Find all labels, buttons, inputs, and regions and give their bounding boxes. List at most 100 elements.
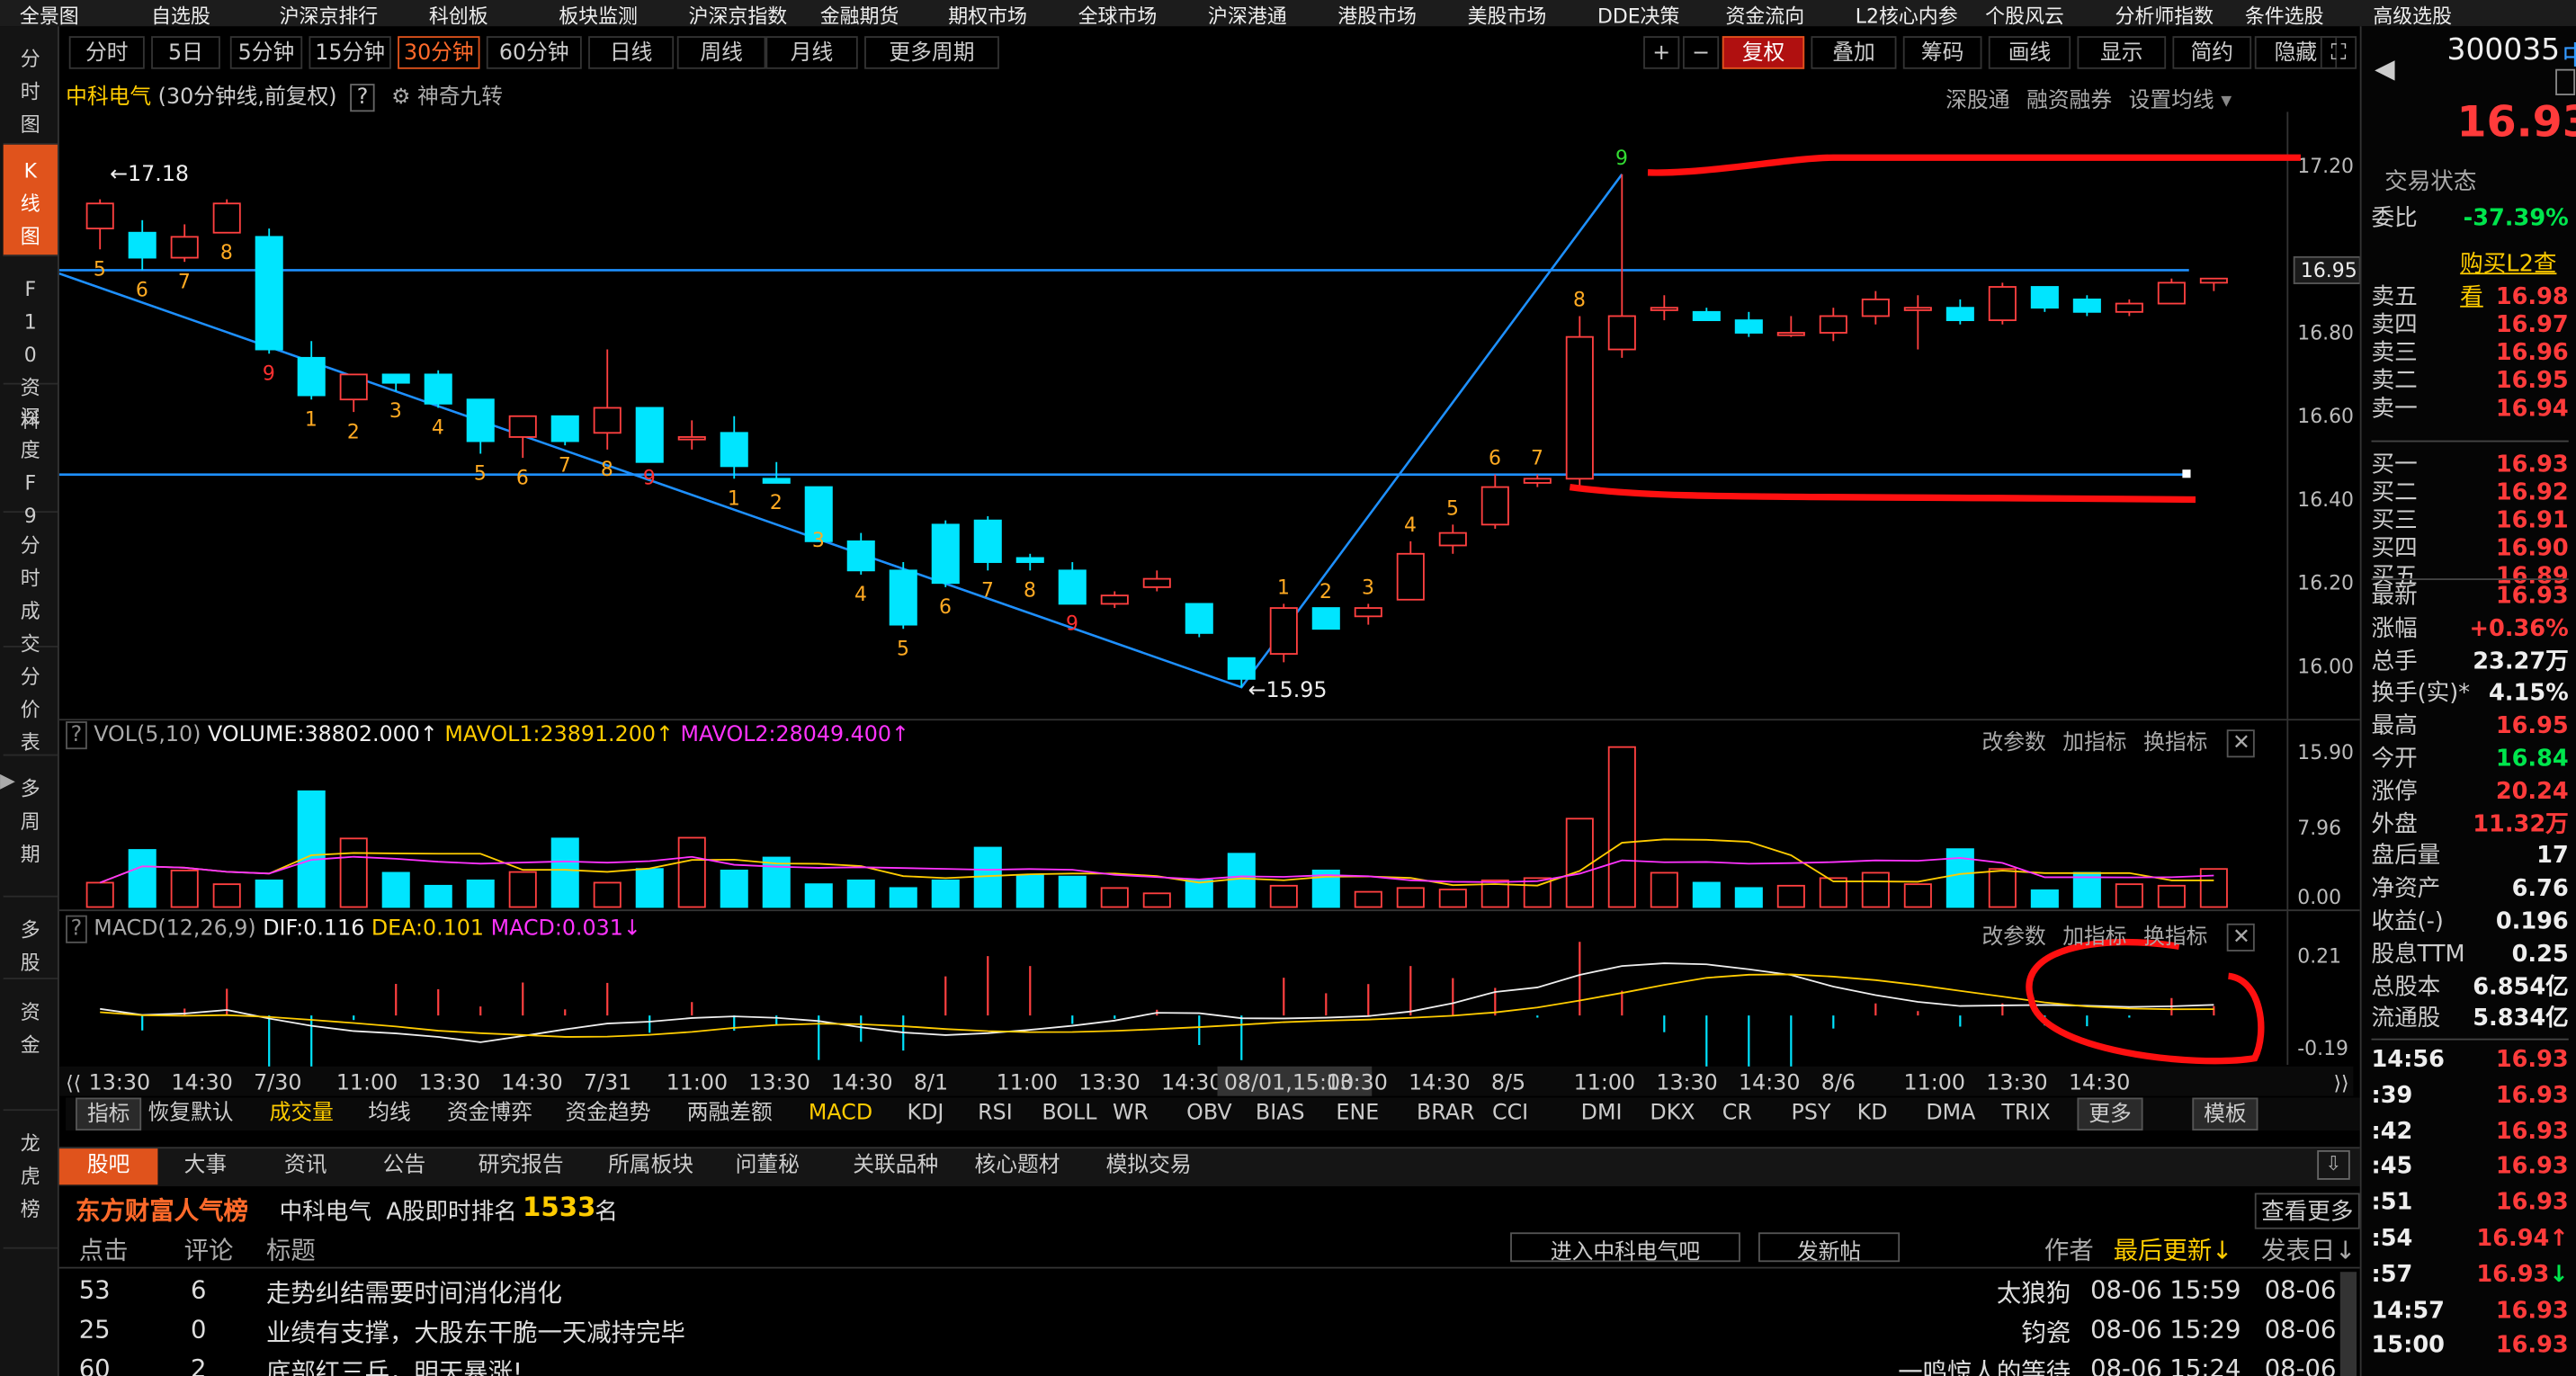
top-menu-item[interactable]: DDE决策 <box>1597 2 1679 26</box>
candle-body[interactable] <box>677 436 706 441</box>
top-menu-item[interactable]: 板块监测 <box>559 2 638 26</box>
indicator-tab[interactable]: 成交量 <box>270 1098 334 1131</box>
indicator-tab[interactable]: CCI <box>1492 1098 1528 1131</box>
indicator-tab[interactable]: 恢复默认 <box>148 1098 233 1131</box>
period-tab[interactable]: 15分钟 <box>309 36 391 69</box>
bottom-tab[interactable]: 模拟交易 <box>1081 1148 1216 1184</box>
candle-body[interactable] <box>889 569 917 626</box>
period-tab[interactable]: 日线 <box>588 36 675 69</box>
vol-swap-link[interactable]: 换指标 <box>2143 731 2207 755</box>
top-menu-item[interactable]: 美股市场 <box>1468 2 1547 26</box>
candle-body[interactable] <box>846 540 875 572</box>
view-more-button[interactable]: 查看更多 <box>2254 1193 2360 1229</box>
indicator-tab[interactable]: KDJ <box>908 1098 944 1131</box>
period-tab[interactable]: 月线 <box>765 36 858 69</box>
top-menu-item[interactable]: 个股风云 <box>1985 2 2064 26</box>
bottom-tab[interactable]: 资讯 <box>256 1148 355 1184</box>
candle-body[interactable] <box>1438 532 1467 547</box>
top-menu-item[interactable]: 科创板 <box>429 2 488 26</box>
candle-body[interactable] <box>1480 486 1509 526</box>
candle-body[interactable] <box>1311 607 1340 630</box>
top-menu-item[interactable]: L2核心内参 <box>1856 2 1958 26</box>
indicator-tab[interactable]: DMI <box>1581 1098 1623 1131</box>
candle-body[interactable] <box>1269 607 1298 655</box>
top-menu-item[interactable]: 金融期货 <box>820 2 899 26</box>
candle-body[interactable] <box>2115 302 2143 313</box>
candle-body[interactable] <box>1142 577 1171 588</box>
bottom-tab[interactable]: 股吧 <box>58 1148 158 1185</box>
indicator-tab[interactable]: CR <box>1722 1098 1752 1131</box>
candle-body[interactable] <box>2030 286 2059 309</box>
link-ma-settings[interactable]: 设置均线 <box>2129 89 2214 113</box>
col-updated[interactable]: 最后更新↓ <box>2114 1232 2233 1266</box>
toolbar-button[interactable]: 画线 <box>1988 36 2071 69</box>
vol-params-link[interactable]: 改参数 <box>1981 731 2045 755</box>
candle-body[interactable] <box>1607 315 1636 351</box>
indicator-tab[interactable]: DKX <box>1650 1098 1695 1131</box>
candle-body[interactable] <box>381 373 410 384</box>
panel-toggle-icon[interactable]: ⇩ <box>2317 1149 2350 1180</box>
top-menu-item[interactable]: 条件选股 <box>2245 2 2324 26</box>
candle-body[interactable] <box>128 231 157 259</box>
indicator-tab[interactable]: OBV <box>1186 1098 1232 1131</box>
candle-body[interactable] <box>85 202 114 229</box>
candle-body[interactable] <box>593 407 622 434</box>
candle-body[interactable] <box>2199 277 2228 284</box>
candle-body[interactable] <box>762 478 791 484</box>
top-menu-item[interactable]: 资金流向 <box>1725 2 1804 26</box>
left-nav-item[interactable]: K线图 <box>3 144 58 257</box>
scroll-right-icon[interactable]: ⟩⟩ <box>2333 1072 2348 1095</box>
post-title[interactable]: 业绩有支撑，大股东干脆一天减持完毕 <box>266 1315 685 1349</box>
indicator-tab[interactable]: BOLL <box>1042 1098 1096 1131</box>
toolbar-button[interactable]: − <box>1682 36 1720 69</box>
candle-body[interactable] <box>635 407 664 463</box>
new-post-button[interactable]: 发新帖 <box>1758 1232 1901 1265</box>
left-nav-item[interactable]: F10资料 <box>3 263 58 433</box>
toolbar-button[interactable]: 叠加 <box>1811 36 1897 69</box>
enter-forum-button[interactable]: 进入中科电气吧 <box>1510 1232 1740 1265</box>
macd-params-link[interactable]: 改参数 <box>1981 925 2045 950</box>
candle-body[interactable] <box>255 236 283 351</box>
top-menu-item[interactable]: 高级选股 <box>2373 2 2452 26</box>
top-menu-item[interactable]: 全球市场 <box>1078 2 1158 26</box>
candle-body[interactable] <box>550 415 579 442</box>
link-margin[interactable]: 融资融券 <box>2026 89 2112 113</box>
indicator-tab[interactable]: ENE <box>1336 1098 1379 1131</box>
bottom-tab[interactable]: 关联品种 <box>828 1148 963 1184</box>
candle-body[interactable] <box>1354 607 1382 618</box>
toolbar-button[interactable]: 显示 <box>2077 36 2167 69</box>
top-menu-item[interactable]: 沪深京排行 <box>280 2 379 26</box>
candle-body[interactable] <box>1819 315 1847 334</box>
post-row[interactable]: 53 6 走势纠结需要时间消化消化 太狼狗 08-06 15:59 08-06 <box>76 1272 2343 1311</box>
indicator-tab[interactable]: BRAR <box>1417 1098 1475 1131</box>
post-title[interactable]: 走势纠结需要时间消化消化 <box>266 1275 562 1309</box>
candle-body[interactable] <box>212 202 241 234</box>
bottom-tab[interactable]: 大事 <box>165 1148 246 1184</box>
top-menu-item[interactable]: 期权市场 <box>948 2 1027 26</box>
candle-body[interactable] <box>931 523 960 585</box>
macd-swap-link[interactable]: 换指标 <box>2143 925 2207 950</box>
top-menu-item[interactable]: 沪深京指数 <box>689 2 788 26</box>
candle-body[interactable] <box>508 415 537 438</box>
collapse-left-icon[interactable]: ◀ <box>2375 52 2394 84</box>
bottom-tab[interactable]: 公告 <box>362 1148 447 1184</box>
candle-body[interactable] <box>1227 657 1256 680</box>
close-icon[interactable]: ✕ <box>2227 923 2256 952</box>
bottom-tab[interactable]: 研究报告 <box>453 1148 588 1184</box>
candle-body[interactable] <box>1396 552 1425 601</box>
indicator-tab[interactable]: 两融差额 <box>687 1098 773 1131</box>
left-nav-item[interactable]: 深度F9 <box>3 391 58 527</box>
indicator-tab[interactable]: 资金趋势 <box>566 1098 651 1131</box>
candle-body[interactable] <box>170 236 199 259</box>
scrollbar[interactable] <box>2339 1272 2357 1376</box>
candle-body[interactable] <box>1903 307 1932 311</box>
candle-body[interactable] <box>1565 335 1594 480</box>
link-shengutong[interactable]: 深股通 <box>1945 89 2009 113</box>
bottom-tab[interactable]: 问董秘 <box>713 1148 822 1184</box>
period-tab[interactable]: 5分钟 <box>229 36 303 69</box>
left-nav-item[interactable]: 分时图 <box>3 33 58 145</box>
post-title[interactable]: 底部红三兵，明天暴涨! <box>266 1354 523 1376</box>
toolbar-button[interactable]: + <box>1643 36 1680 69</box>
line-handle[interactable] <box>2182 469 2191 478</box>
left-nav-item[interactable]: 多股 <box>3 904 58 979</box>
